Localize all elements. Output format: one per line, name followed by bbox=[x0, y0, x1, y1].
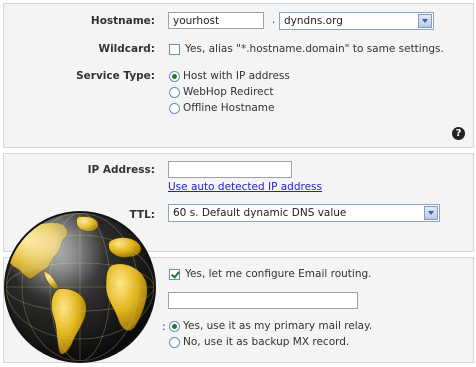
service-webhop-label: WebHop Redirect bbox=[183, 86, 274, 98]
service-type-label: Service Type: bbox=[76, 70, 155, 82]
domain-select[interactable]: dyndns.org bbox=[279, 12, 434, 30]
chevron-down-icon[interactable] bbox=[418, 14, 432, 28]
service-offline-label: Offline Hostname bbox=[183, 102, 275, 114]
email-routing-checkbox[interactable] bbox=[169, 269, 180, 280]
wildcard-checkbox[interactable] bbox=[169, 44, 180, 55]
service-webhop-radio[interactable] bbox=[169, 87, 180, 98]
wildcard-label: Wildcard: bbox=[98, 43, 156, 55]
ttl-select[interactable]: 60 s. Default dynamic DNS value bbox=[168, 204, 440, 222]
ip-address-input[interactable] bbox=[168, 161, 292, 178]
mx-hostname-input[interactable] bbox=[168, 292, 358, 309]
service-offline-radio[interactable] bbox=[169, 103, 180, 114]
primary-relay-label: Yes, use it as my primary mail relay. bbox=[183, 320, 373, 332]
backup-mx-radio[interactable] bbox=[169, 337, 180, 348]
hostname-label: Hostname: bbox=[90, 15, 155, 27]
hostname-input[interactable] bbox=[168, 12, 264, 29]
help-icon[interactable]: ? bbox=[452, 127, 465, 140]
ip-address-label: IP Address: bbox=[87, 164, 155, 176]
auto-detect-ip-link[interactable]: Use auto detected IP address bbox=[168, 181, 322, 193]
email-routing-text: Yes, let me configure Email routing. bbox=[185, 268, 372, 280]
backup-mx-label: No, use it as backup MX record. bbox=[183, 336, 350, 348]
domain-separator: . bbox=[272, 14, 276, 26]
domain-select-value: dyndns.org bbox=[284, 15, 343, 27]
globe-icon bbox=[4, 211, 156, 363]
relay-label-colon: : bbox=[162, 321, 166, 333]
globe-highlight bbox=[6, 213, 154, 361]
chevron-down-icon[interactable] bbox=[424, 206, 438, 220]
primary-relay-radio[interactable] bbox=[169, 321, 180, 332]
wildcard-text: Yes, alias "*.hostname.domain" to same s… bbox=[185, 43, 444, 55]
ttl-select-value: 60 s. Default dynamic DNS value bbox=[173, 207, 347, 219]
service-host-ip-radio[interactable] bbox=[169, 71, 180, 82]
service-host-ip-label: Host with IP address bbox=[183, 70, 290, 82]
hostname-panel: Hostname: . dyndns.org Wildcard: Yes, al… bbox=[3, 3, 474, 148]
